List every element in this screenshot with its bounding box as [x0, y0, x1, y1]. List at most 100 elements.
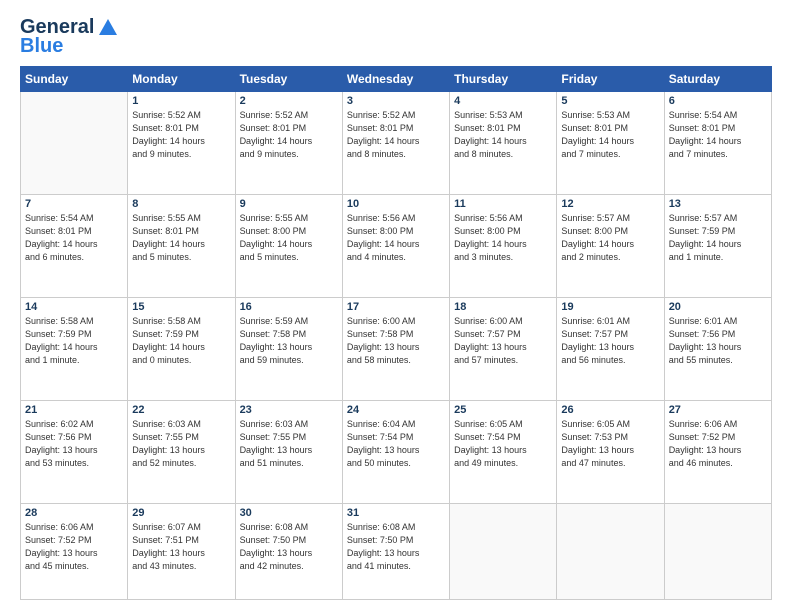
day-number: 6	[669, 95, 767, 107]
day-number: 18	[454, 301, 552, 313]
day-info: Sunrise: 6:00 AM Sunset: 7:57 PM Dayligh…	[454, 315, 552, 367]
calendar-table: SundayMondayTuesdayWednesdayThursdayFrid…	[20, 66, 772, 600]
day-info: Sunrise: 5:55 AM Sunset: 8:00 PM Dayligh…	[240, 212, 338, 264]
calendar-cell: 20 Sunrise: 6:01 AM Sunset: 7:56 PM Dayli…	[664, 298, 771, 401]
day-info: Sunrise: 6:01 AM Sunset: 7:56 PM Dayligh…	[669, 315, 767, 367]
logo-blue: Blue	[20, 35, 63, 58]
day-number: 1	[132, 95, 230, 107]
day-number: 4	[454, 95, 552, 107]
calendar-cell: 6 Sunrise: 5:54 AM Sunset: 8:01 PM Daylig…	[664, 92, 771, 195]
day-info: Sunrise: 5:58 AM Sunset: 7:59 PM Dayligh…	[132, 315, 230, 367]
day-info: Sunrise: 5:52 AM Sunset: 8:01 PM Dayligh…	[347, 109, 445, 161]
col-header-wednesday: Wednesday	[342, 67, 449, 92]
calendar-cell: 31 Sunrise: 6:08 AM Sunset: 7:50 PM Dayli…	[342, 504, 449, 600]
day-number: 26	[561, 404, 659, 416]
day-info: Sunrise: 5:54 AM Sunset: 8:01 PM Dayligh…	[669, 109, 767, 161]
calendar-cell	[664, 504, 771, 600]
logo-icon	[97, 17, 119, 39]
day-number: 7	[25, 198, 123, 210]
day-number: 10	[347, 198, 445, 210]
calendar-cell: 21 Sunrise: 6:02 AM Sunset: 7:56 PM Dayli…	[21, 401, 128, 504]
calendar-header-row: SundayMondayTuesdayWednesdayThursdayFrid…	[21, 67, 772, 92]
page: General Blue SundayMondayTuesdayWednesda…	[0, 0, 792, 612]
day-number: 13	[669, 198, 767, 210]
day-info: Sunrise: 5:52 AM Sunset: 8:01 PM Dayligh…	[132, 109, 230, 161]
day-number: 25	[454, 404, 552, 416]
calendar-cell: 15Sunrise: 5:58 AM Sunset: 7:59 PM Dayli…	[128, 298, 235, 401]
calendar-cell: 17 Sunrise: 6:00 AM Sunset: 7:58 PM Dayli…	[342, 298, 449, 401]
week-row-1: 1 Sunrise: 5:52 AM Sunset: 8:01 PM Daylig…	[21, 92, 772, 195]
day-number: 3	[347, 95, 445, 107]
day-info: Sunrise: 5:58 AM Sunset: 7:59 PM Dayligh…	[25, 315, 123, 367]
calendar-cell	[557, 504, 664, 600]
col-header-saturday: Saturday	[664, 67, 771, 92]
week-row-4: 21 Sunrise: 6:02 AM Sunset: 7:56 PM Dayli…	[21, 401, 772, 504]
calendar-cell: 13 Sunrise: 5:57 AM Sunset: 7:59 PM Dayli…	[664, 195, 771, 298]
col-header-monday: Monday	[128, 67, 235, 92]
day-number: 24	[347, 404, 445, 416]
day-number: 23	[240, 404, 338, 416]
day-info: Sunrise: 5:56 AM Sunset: 8:00 PM Dayligh…	[454, 212, 552, 264]
day-info: Sunrise: 6:03 AM Sunset: 7:55 PM Dayligh…	[240, 418, 338, 470]
day-number: 14	[25, 301, 123, 313]
day-info: Sunrise: 5:53 AM Sunset: 8:01 PM Dayligh…	[454, 109, 552, 161]
calendar-cell: 25 Sunrise: 6:05 AM Sunset: 7:54 PM Dayli…	[450, 401, 557, 504]
day-number: 17	[347, 301, 445, 313]
day-number: 30	[240, 507, 338, 519]
day-info: Sunrise: 6:02 AM Sunset: 7:56 PM Dayligh…	[25, 418, 123, 470]
calendar-cell: 23 Sunrise: 6:03 AM Sunset: 7:55 PM Dayli…	[235, 401, 342, 504]
calendar-cell: 2 Sunrise: 5:52 AM Sunset: 8:01 PM Daylig…	[235, 92, 342, 195]
day-info: Sunrise: 6:05 AM Sunset: 7:53 PM Dayligh…	[561, 418, 659, 470]
day-number: 28	[25, 507, 123, 519]
calendar-cell: 7 Sunrise: 5:54 AM Sunset: 8:01 PM Daylig…	[21, 195, 128, 298]
calendar-cell: 4 Sunrise: 5:53 AM Sunset: 8:01 PM Daylig…	[450, 92, 557, 195]
day-info: Sunrise: 5:57 AM Sunset: 7:59 PM Dayligh…	[669, 212, 767, 264]
day-number: 20	[669, 301, 767, 313]
day-info: Sunrise: 6:06 AM Sunset: 7:52 PM Dayligh…	[669, 418, 767, 470]
header: General Blue	[20, 16, 772, 58]
logo: General Blue	[20, 16, 119, 58]
day-info: Sunrise: 6:08 AM Sunset: 7:50 PM Dayligh…	[347, 521, 445, 573]
day-number: 9	[240, 198, 338, 210]
day-number: 19	[561, 301, 659, 313]
calendar-cell: 30 Sunrise: 6:08 AM Sunset: 7:50 PM Dayli…	[235, 504, 342, 600]
calendar-cell: 28Sunrise: 6:06 AM Sunset: 7:52 PM Dayli…	[21, 504, 128, 600]
day-info: Sunrise: 6:07 AM Sunset: 7:51 PM Dayligh…	[132, 521, 230, 573]
day-number: 22	[132, 404, 230, 416]
calendar-cell: 19 Sunrise: 6:01 AM Sunset: 7:57 PM Dayli…	[557, 298, 664, 401]
calendar-cell: 26 Sunrise: 6:05 AM Sunset: 7:53 PM Dayli…	[557, 401, 664, 504]
calendar-cell: 27 Sunrise: 6:06 AM Sunset: 7:52 PM Dayli…	[664, 401, 771, 504]
calendar-cell	[450, 504, 557, 600]
day-info: Sunrise: 6:04 AM Sunset: 7:54 PM Dayligh…	[347, 418, 445, 470]
calendar-cell: 18 Sunrise: 6:00 AM Sunset: 7:57 PM Dayli…	[450, 298, 557, 401]
day-info: Sunrise: 5:56 AM Sunset: 8:00 PM Dayligh…	[347, 212, 445, 264]
day-number: 8	[132, 198, 230, 210]
day-number: 12	[561, 198, 659, 210]
day-info: Sunrise: 5:52 AM Sunset: 8:01 PM Dayligh…	[240, 109, 338, 161]
day-info: Sunrise: 5:59 AM Sunset: 7:58 PM Dayligh…	[240, 315, 338, 367]
day-number: 11	[454, 198, 552, 210]
calendar-cell: 5Sunrise: 5:53 AM Sunset: 8:01 PM Daylig…	[557, 92, 664, 195]
calendar-cell: 24 Sunrise: 6:04 AM Sunset: 7:54 PM Dayli…	[342, 401, 449, 504]
calendar-cell: 8Sunrise: 5:55 AM Sunset: 8:01 PM Daylig…	[128, 195, 235, 298]
calendar-cell: 16 Sunrise: 5:59 AM Sunset: 7:58 PM Dayli…	[235, 298, 342, 401]
calendar-cell: 11 Sunrise: 5:56 AM Sunset: 8:00 PM Dayli…	[450, 195, 557, 298]
calendar-cell: 3 Sunrise: 5:52 AM Sunset: 8:01 PM Daylig…	[342, 92, 449, 195]
day-info: Sunrise: 6:08 AM Sunset: 7:50 PM Dayligh…	[240, 521, 338, 573]
day-info: Sunrise: 6:05 AM Sunset: 7:54 PM Dayligh…	[454, 418, 552, 470]
day-number: 16	[240, 301, 338, 313]
day-info: Sunrise: 6:00 AM Sunset: 7:58 PM Dayligh…	[347, 315, 445, 367]
day-number: 27	[669, 404, 767, 416]
col-header-thursday: Thursday	[450, 67, 557, 92]
day-number: 31	[347, 507, 445, 519]
day-number: 2	[240, 95, 338, 107]
calendar-cell: 12Sunrise: 5:57 AM Sunset: 8:00 PM Dayli…	[557, 195, 664, 298]
day-number: 21	[25, 404, 123, 416]
calendar-cell: 14 Sunrise: 5:58 AM Sunset: 7:59 PM Dayli…	[21, 298, 128, 401]
day-info: Sunrise: 6:01 AM Sunset: 7:57 PM Dayligh…	[561, 315, 659, 367]
calendar-cell: 22Sunrise: 6:03 AM Sunset: 7:55 PM Dayli…	[128, 401, 235, 504]
calendar-cell	[21, 92, 128, 195]
week-row-2: 7 Sunrise: 5:54 AM Sunset: 8:01 PM Daylig…	[21, 195, 772, 298]
col-header-tuesday: Tuesday	[235, 67, 342, 92]
day-info: Sunrise: 5:54 AM Sunset: 8:01 PM Dayligh…	[25, 212, 123, 264]
